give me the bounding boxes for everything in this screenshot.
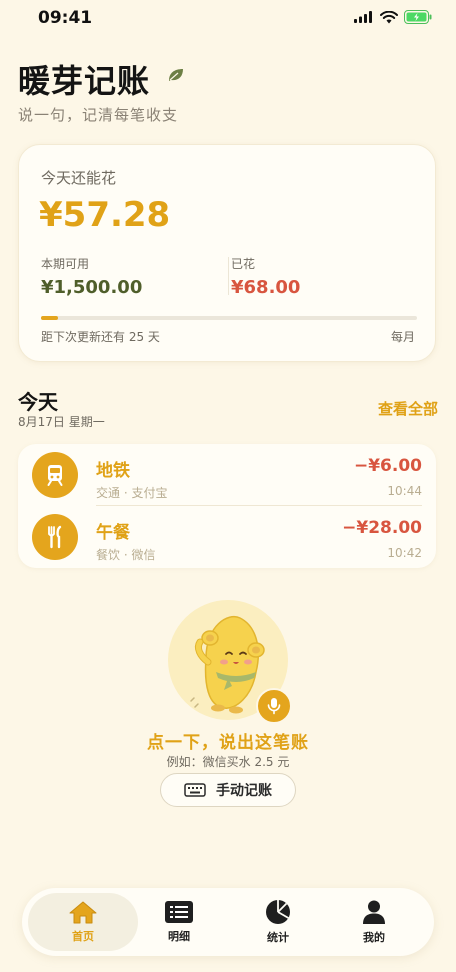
keyboard-icon — [184, 783, 206, 797]
budget-card: 今天还能花 ¥57.28 本期可用 ¥1,500.00 已花 ¥68.00 距下… — [18, 144, 436, 362]
app-title: 暖芽记账 — [18, 62, 151, 100]
transaction-amount: −¥6.00 — [353, 456, 422, 476]
battery-icon — [404, 10, 432, 24]
card-divider — [228, 257, 229, 295]
available-label: 本期可用 — [41, 257, 90, 271]
tab-stats[interactable]: 统计 — [228, 888, 328, 956]
transaction-row[interactable]: 地铁 交通 · 支付宝 −¥6.00 10:44 — [18, 444, 436, 506]
transaction-name: 午餐 — [96, 523, 130, 543]
list-icon — [165, 901, 193, 923]
tab-bar: 首页 明细 统计 我的 — [22, 888, 434, 956]
tab-label: 明细 — [168, 930, 190, 943]
status-icons — [354, 10, 432, 24]
today-title: 今天 — [18, 390, 58, 414]
tab-profile[interactable]: 我的 — [324, 888, 424, 956]
available-amount: ¥1,500.00 — [41, 277, 143, 298]
budget-period: 每月 — [390, 330, 415, 344]
remaining-label: 今天还能花 — [41, 169, 117, 187]
microphone-button[interactable] — [256, 688, 292, 724]
transaction-amount: −¥28.00 — [342, 518, 422, 538]
tab-home[interactable]: 首页 — [33, 888, 133, 956]
tab-details[interactable]: 明细 — [129, 888, 229, 956]
today-date: 8月17日 星期一 — [18, 415, 105, 429]
pie-chart-icon — [266, 900, 290, 924]
tab-label: 我的 — [363, 931, 385, 944]
refresh-countdown: 距下次更新还有 25 天 — [41, 330, 160, 344]
see-all-link[interactable]: 查看全部 — [378, 398, 438, 419]
utensils-icon — [32, 514, 78, 560]
leaf-icon — [169, 69, 183, 81]
transaction-list: 地铁 交通 · 支付宝 −¥6.00 10:44 午餐 餐饮 · 微信 −¥28… — [18, 444, 436, 568]
manual-entry-label: 手动记账 — [216, 783, 272, 799]
transaction-name: 地铁 — [96, 461, 130, 481]
manual-entry-button[interactable]: 手动记账 — [160, 773, 296, 807]
remaining-amount: ¥57.28 — [39, 195, 171, 235]
signal-icon — [354, 11, 372, 23]
user-icon — [363, 900, 385, 924]
transaction-time: 10:42 — [387, 546, 422, 560]
train-icon — [32, 452, 78, 498]
spent-label: 已花 — [231, 257, 256, 271]
voice-prompt[interactable]: 点一下，说出这笔账 — [0, 728, 456, 753]
home-icon — [69, 901, 97, 924]
transaction-time: 10:44 — [387, 484, 422, 498]
wifi-icon — [380, 10, 398, 23]
microphone-icon — [267, 698, 281, 715]
spent-amount: ¥68.00 — [231, 277, 301, 298]
budget-progress-bar — [41, 316, 417, 320]
voice-example: 例如：微信买水 2.5 元 — [166, 755, 290, 769]
transaction-meta: 餐饮 · 微信 — [96, 548, 156, 562]
budget-progress-fill — [41, 316, 58, 320]
app-subtitle: 说一句，记清每笔收支 — [18, 106, 179, 124]
transaction-row[interactable]: 午餐 餐饮 · 微信 −¥28.00 10:42 — [18, 506, 436, 566]
status-time: 09:41 — [38, 8, 93, 28]
tab-label: 首页 — [72, 930, 94, 943]
transaction-meta: 交通 · 支付宝 — [96, 486, 168, 500]
tab-label: 统计 — [267, 931, 289, 944]
